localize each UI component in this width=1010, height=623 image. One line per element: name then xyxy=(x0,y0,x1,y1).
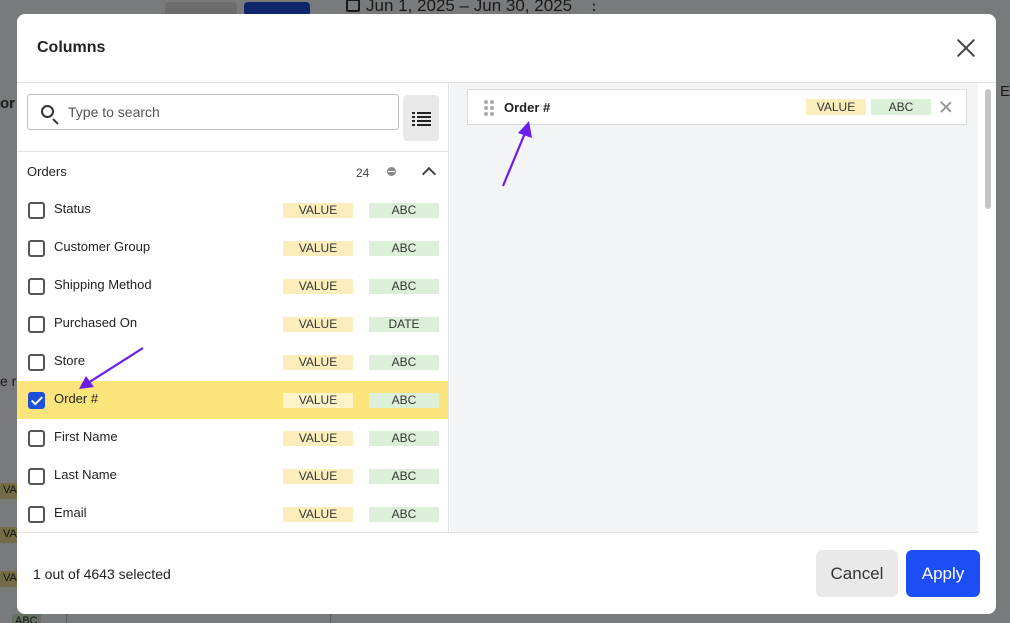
search-box xyxy=(27,94,399,130)
list-item[interactable]: Store VALUE ABC xyxy=(17,343,448,381)
status-dot-icon xyxy=(387,167,396,176)
value-tag: VALUE xyxy=(283,507,353,522)
type-tag: ABC xyxy=(369,507,439,522)
list-view-icon xyxy=(412,112,431,126)
list-item[interactable]: Shipping Method VALUE ABC xyxy=(17,267,448,305)
column-list: Status VALUE ABC Customer Group VALUE AB… xyxy=(17,191,448,532)
chevron-up-icon[interactable] xyxy=(421,166,437,182)
list-item[interactable]: Last Name VALUE ABC xyxy=(17,457,448,495)
type-tag: ABC xyxy=(369,279,439,294)
scrollbar[interactable] xyxy=(979,83,996,534)
selected-columns-panel: Order # VALUE ABC xyxy=(450,83,978,532)
column-label: Shipping Method xyxy=(54,277,152,292)
list-item[interactable]: Status VALUE ABC xyxy=(17,191,448,229)
value-tag: VALUE xyxy=(806,99,866,115)
type-tag: ABC xyxy=(369,241,439,256)
value-tag: VALUE xyxy=(283,203,353,218)
cancel-button[interactable]: Cancel xyxy=(816,550,898,597)
list-item[interactable]: Customer Group VALUE ABC xyxy=(17,229,448,267)
value-tag: VALUE xyxy=(283,279,353,294)
checkbox[interactable] xyxy=(28,468,45,485)
value-tag: VALUE xyxy=(283,241,353,256)
checkbox[interactable] xyxy=(28,430,45,447)
checkbox-checked-icon[interactable] xyxy=(28,392,45,409)
value-tag: VALUE xyxy=(283,393,353,408)
selection-status: 1 out of 4643 selected xyxy=(33,566,171,582)
type-tag: ABC xyxy=(369,469,439,484)
list-item-selected[interactable]: Order # VALUE ABC xyxy=(17,381,448,419)
available-columns-panel: Orders 24 Status VALUE ABC Customer Grou… xyxy=(17,83,449,532)
column-label: Customer Group xyxy=(54,239,151,254)
column-label: Last Name xyxy=(54,467,117,482)
apply-button[interactable]: Apply xyxy=(906,550,980,597)
list-item[interactable]: Email VALUE ABC xyxy=(17,495,448,532)
checkbox[interactable] xyxy=(28,202,45,219)
checkbox[interactable] xyxy=(28,354,45,371)
type-tag: ABC xyxy=(369,355,439,370)
remove-icon[interactable] xyxy=(940,101,952,113)
modal-header: Columns xyxy=(17,14,996,82)
search-input[interactable] xyxy=(68,96,388,128)
close-icon[interactable] xyxy=(956,38,976,58)
list-item[interactable]: Purchased On VALUE DATE xyxy=(17,305,448,343)
scroll-thumb[interactable] xyxy=(985,89,991,209)
drag-handle-icon[interactable] xyxy=(484,100,494,116)
list-item[interactable]: First Name VALUE ABC xyxy=(17,419,448,457)
type-tag: ABC xyxy=(369,431,439,446)
value-tag: VALUE xyxy=(283,431,353,446)
value-tag: VALUE xyxy=(283,355,353,370)
group-count: 24 xyxy=(356,166,370,180)
search-icon xyxy=(41,105,54,118)
checkbox[interactable] xyxy=(28,316,45,333)
column-label: Store xyxy=(54,353,86,368)
value-tag: VALUE xyxy=(283,317,353,332)
group-header-orders[interactable]: Orders 24 xyxy=(17,151,448,189)
columns-modal: Columns Orders 24 Status VALUE xyxy=(17,14,996,614)
modal-title: Columns xyxy=(37,39,106,56)
column-label: Status xyxy=(54,201,91,216)
type-tag: DATE xyxy=(369,317,439,332)
group-name: Orders xyxy=(27,164,67,179)
selected-column-label: Order # xyxy=(504,100,551,115)
column-label: Purchased On xyxy=(54,315,138,330)
type-tag: ABC xyxy=(369,393,439,408)
selected-column-item[interactable]: Order # VALUE ABC xyxy=(467,89,967,125)
column-label: Email xyxy=(54,505,87,520)
value-tag: VALUE xyxy=(283,469,353,484)
checkbox[interactable] xyxy=(28,278,45,295)
column-label: Order # xyxy=(54,391,99,406)
checkbox[interactable] xyxy=(28,506,45,523)
column-label: First Name xyxy=(54,429,118,444)
type-tag: ABC xyxy=(369,203,439,218)
modal-body: Orders 24 Status VALUE ABC Customer Grou… xyxy=(17,82,996,534)
modal-footer: 1 out of 4643 selected Cancel Apply xyxy=(17,533,996,614)
checkbox[interactable] xyxy=(28,240,45,257)
type-tag: ABC xyxy=(871,99,931,115)
list-view-button[interactable] xyxy=(403,95,439,141)
